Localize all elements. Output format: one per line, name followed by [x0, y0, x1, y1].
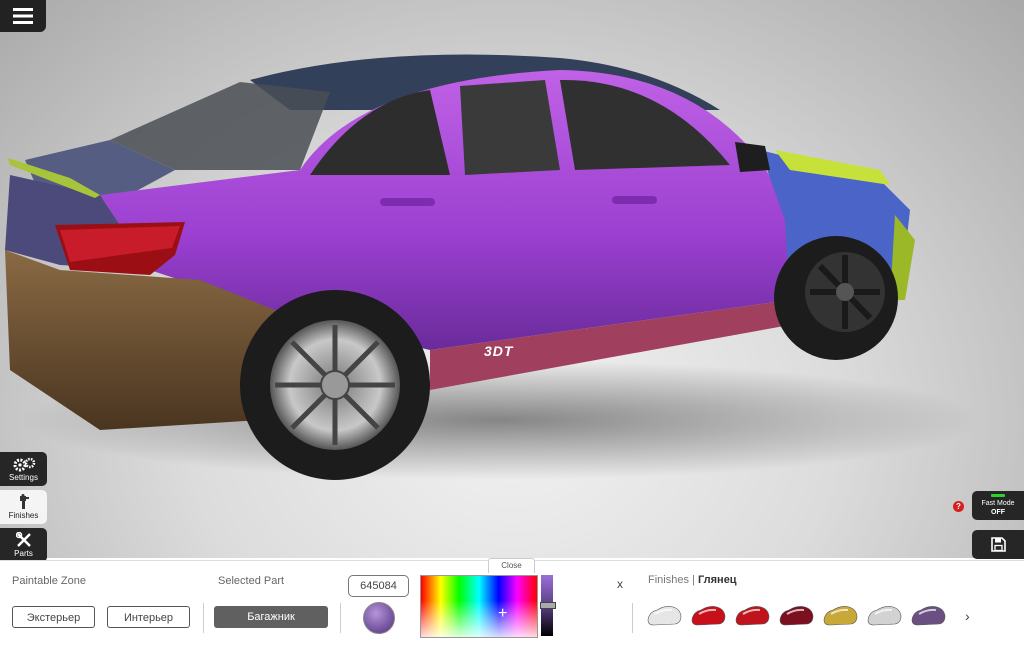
fast-mode-indicator — [991, 494, 1005, 497]
chevron-right-icon[interactable]: › — [965, 608, 970, 624]
finishes-label: Finishes — [8, 511, 39, 520]
color-swatch[interactable] — [363, 602, 395, 634]
menu-button[interactable] — [0, 0, 46, 32]
fast-mode-toggle[interactable]: Fast Mode OFF — [972, 491, 1024, 520]
save-button[interactable] — [972, 530, 1024, 559]
selected-part-label: Selected Part — [218, 575, 285, 587]
finish-selected-label: Глянец — [697, 574, 737, 586]
slider-thumb[interactable] — [540, 602, 556, 609]
zone-exterior-button[interactable]: Экстерьер — [12, 606, 95, 628]
close-x-button[interactable]: x — [617, 577, 623, 591]
spray-gun-icon — [19, 494, 29, 509]
watermark: 3DT — [484, 343, 514, 359]
finish-swatch-red[interactable] — [689, 600, 727, 630]
finishes-label: Finishes — [648, 574, 689, 586]
divider — [632, 603, 633, 633]
gears-icon — [13, 457, 35, 471]
zone-interior-button[interactable]: Интерьер — [107, 606, 190, 628]
fast-mode-title: Fast Mode — [981, 500, 1015, 507]
finishes-title: Finishes | Глянец — [648, 574, 737, 586]
divider — [340, 603, 341, 633]
settings-button[interactable]: Settings — [0, 452, 47, 486]
selected-part-button[interactable]: Багажник — [214, 606, 328, 628]
finish-swatch-gold[interactable] — [821, 600, 859, 630]
finish-swatch-purple-metallic[interactable] — [909, 600, 947, 630]
crosshair-icon: + — [498, 605, 508, 622]
close-panel-tab[interactable]: Close — [488, 558, 535, 573]
car-model[interactable] — [0, 0, 1024, 558]
divider — [203, 603, 204, 633]
finish-swatch-maroon[interactable] — [777, 600, 815, 630]
brightness-slider[interactable] — [540, 575, 556, 636]
hamburger-icon — [13, 8, 33, 24]
parts-label: Parts — [14, 549, 33, 558]
settings-label: Settings — [9, 472, 38, 482]
fast-mode-state: OFF — [991, 509, 1005, 516]
help-icon[interactable]: ? — [953, 501, 964, 512]
tools-icon — [15, 532, 31, 547]
bottom-panel: Paintable Zone Экстерьер Интерьер Select… — [0, 560, 1024, 650]
color-picker-area[interactable]: + — [420, 575, 538, 638]
paintable-zone-label: Paintable Zone — [12, 575, 86, 587]
hex-color-input[interactable]: 645084 — [348, 575, 409, 597]
finish-swatch-list — [645, 600, 947, 630]
finishes-button[interactable]: Finishes — [0, 490, 47, 524]
finish-swatch-silver[interactable] — [865, 600, 903, 630]
3d-viewport[interactable]: 3DT — [0, 0, 1024, 558]
floppy-disk-icon — [990, 537, 1006, 552]
parts-button[interactable]: Parts — [0, 528, 47, 562]
finish-swatch-red-gloss[interactable] — [733, 600, 771, 630]
finish-swatch-white[interactable] — [645, 600, 683, 630]
